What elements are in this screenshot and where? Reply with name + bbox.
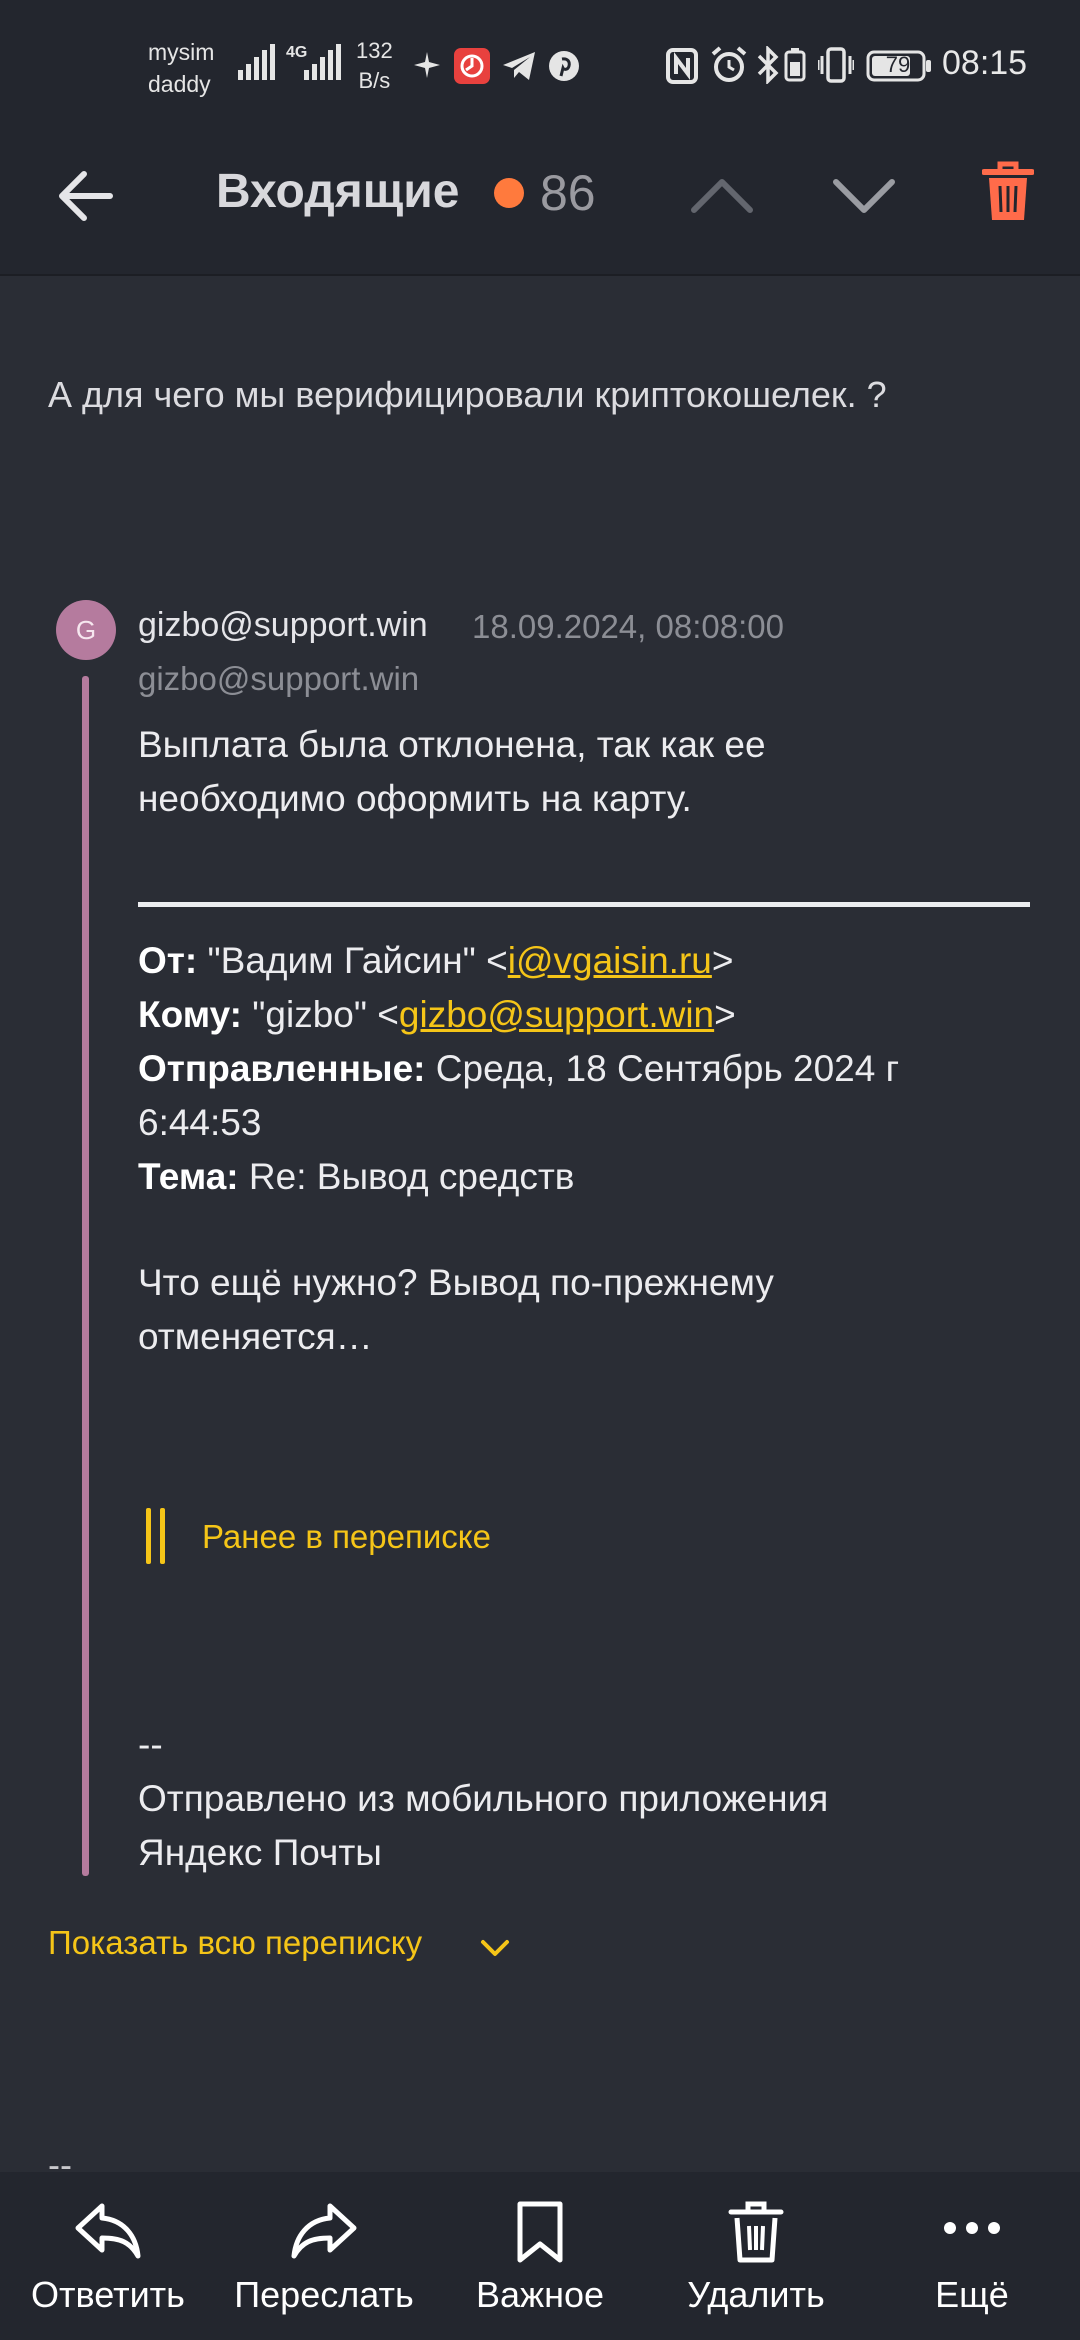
from-line: От: "Вадим Гайсин" <i@vgaisin.ru> bbox=[138, 940, 734, 981]
app-notification-icon bbox=[454, 48, 490, 84]
alarm-icon bbox=[711, 46, 747, 82]
quoted-sender-address: gizbo@support.win bbox=[138, 660, 420, 697]
chevron-down-icon bbox=[481, 1940, 509, 1956]
message-toolbar: Входящие 86 bbox=[0, 120, 1080, 276]
more-button[interactable]: Ещё bbox=[910, 2172, 1034, 2340]
quote-bar bbox=[82, 676, 89, 1876]
telegram-icon bbox=[503, 52, 535, 80]
nfc-icon bbox=[666, 48, 698, 84]
pinterest-icon bbox=[549, 51, 579, 81]
forward-icon bbox=[291, 2203, 357, 2259]
back-arrow-icon[interactable] bbox=[54, 166, 114, 226]
to-email-link[interactable]: gizbo@support.win bbox=[399, 994, 714, 1035]
sent-line-cont: 6:44:53 bbox=[138, 1102, 262, 1143]
important-button[interactable]: Важное bbox=[468, 2172, 612, 2340]
clock: 08:15 bbox=[942, 44, 1028, 82]
delete-button[interactable]: Удалить bbox=[682, 2172, 830, 2340]
unread-count: 86 bbox=[540, 165, 596, 221]
quote-marks-icon bbox=[146, 1508, 170, 1564]
signature: -- Отправлено из мобильного приложения Я… bbox=[138, 1724, 829, 1873]
signal-icon-secondary bbox=[304, 44, 341, 80]
unread-indicator-dot bbox=[494, 178, 524, 208]
avatar: G bbox=[56, 600, 116, 660]
quoted-date: 18.09.2024, 08:08:00 bbox=[472, 608, 784, 645]
carrier-name: mysim daddy bbox=[148, 39, 215, 97]
reply-button[interactable]: Ответить bbox=[18, 2172, 198, 2340]
chevron-down-icon[interactable] bbox=[832, 176, 896, 216]
battery-level: 79 bbox=[885, 52, 911, 77]
vibrate-icon bbox=[818, 47, 854, 83]
signal-icon bbox=[238, 44, 275, 80]
forwarded-headers: От: "Вадим Гайсин" <i@vgaisin.ru> Кому: … bbox=[138, 934, 1038, 1204]
to-line: Кому: "gizbo" <gizbo@support.win> bbox=[138, 994, 736, 1035]
more-dots-icon bbox=[944, 2222, 1000, 2234]
quoted-question: Что ещё нужно? Вывод по-прежнему отменяе… bbox=[138, 1262, 774, 1357]
battery-saver-icon bbox=[784, 48, 806, 82]
earlier-in-thread-label: Ранее в переписке bbox=[202, 1518, 491, 1555]
from-email-link[interactable]: i@vgaisin.ru bbox=[508, 940, 712, 981]
reply-text: А для чего мы верифицировали криптокошел… bbox=[48, 374, 887, 415]
reply-icon bbox=[75, 2203, 141, 2259]
earlier-in-thread-button[interactable]: Ранее в переписке bbox=[140, 1506, 640, 1566]
trash-icon[interactable] bbox=[982, 160, 1034, 224]
bluetooth-icon bbox=[757, 46, 779, 84]
show-full-thread-button[interactable]: Показать всю переписку bbox=[48, 1924, 648, 1974]
bottom-action-bar: Ответить Переслать Важное Удалить Ещё bbox=[0, 2172, 1080, 2340]
chevron-up-icon[interactable] bbox=[690, 174, 754, 214]
sparkle-icon bbox=[414, 52, 440, 78]
show-full-thread-label: Показать всю переписку bbox=[48, 1924, 423, 1961]
net-speed: 132 B/s bbox=[356, 38, 393, 93]
divider bbox=[138, 902, 1030, 907]
status-bar: mysim daddy 4G 132 B/s 79 08:15 bbox=[0, 0, 1080, 120]
bookmark-icon bbox=[517, 2201, 563, 2263]
sent-line: Отправленные: Среда, 18 Сентябрь 2024 г bbox=[138, 1048, 900, 1089]
trash-icon bbox=[728, 2201, 784, 2263]
subject-line: Тема: Re: Вывод средств bbox=[138, 1156, 575, 1197]
quoted-body: Выплата была отклонена, так как ее необх… bbox=[138, 724, 766, 819]
folder-title: Входящие bbox=[216, 165, 460, 218]
forward-button[interactable]: Переслать bbox=[232, 2172, 416, 2340]
quoted-sender: gizbo@support.win bbox=[138, 606, 428, 644]
